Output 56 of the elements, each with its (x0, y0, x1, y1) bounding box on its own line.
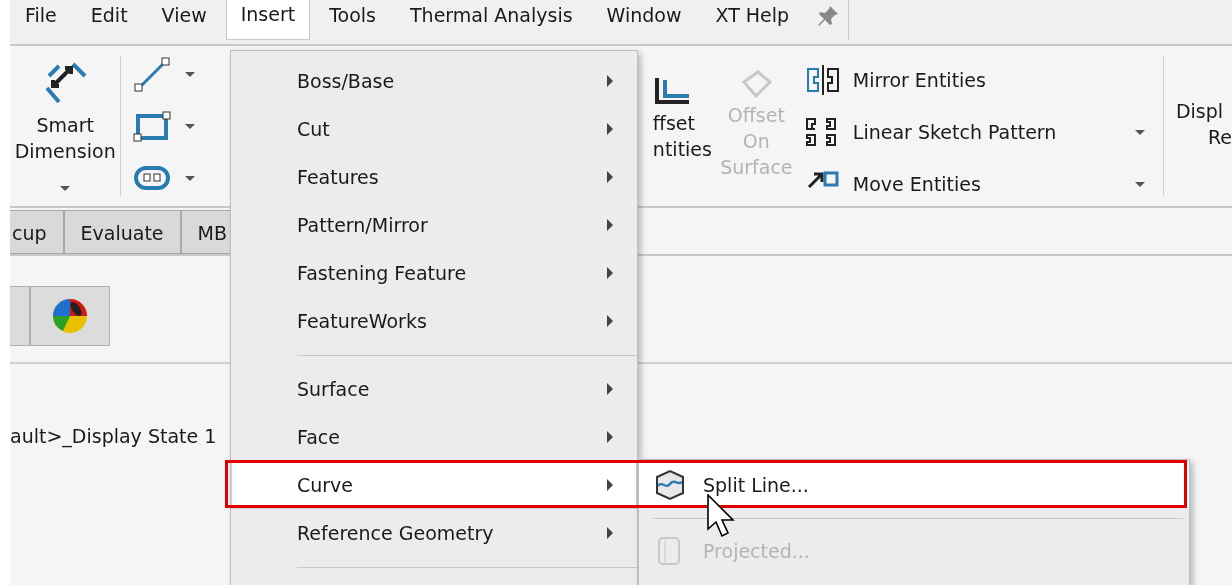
menu-item[interactable]: Cut (231, 105, 637, 153)
button-label: ffset (652, 111, 695, 136)
menu-item[interactable]: Window (591, 0, 697, 40)
ribbon-button[interactable]: Move Entities (852, 169, 1123, 199)
sphere-icon (51, 297, 89, 335)
rectangle-icon[interactable] (133, 108, 172, 144)
button-label: ntities (652, 137, 712, 162)
button-label: Offset (727, 103, 785, 128)
menu-item[interactable]: Surface (231, 365, 637, 413)
caret-icon[interactable] (1134, 181, 1145, 187)
submenu-arrow-icon (607, 171, 613, 183)
button-label: On (742, 129, 770, 154)
button-label: Displ (1175, 99, 1224, 124)
button-label: Dimension (14, 139, 116, 164)
submenu-arrow-icon (607, 315, 613, 327)
pin-icon[interactable] (816, 4, 841, 28)
submenu-item[interactable]: Split Line... (703, 470, 809, 500)
appearance-button[interactable] (30, 286, 110, 346)
submenu-item: Projected... (703, 538, 810, 564)
mirror-icon[interactable] (804, 65, 841, 95)
line-icon[interactable] (133, 56, 172, 92)
menu-item[interactable]: Features (231, 153, 637, 201)
button-label: Surface (720, 155, 793, 180)
submenu-arrow-icon (607, 431, 613, 443)
menu-item[interactable]: File (10, 0, 72, 40)
menu-item[interactable]: Boss/Base (231, 57, 637, 105)
menu-item[interactable]: Tools (314, 0, 391, 40)
ribbon-button[interactable]: Linear Sketch Pattern (852, 117, 1123, 147)
menu-item[interactable]: Edit (75, 0, 143, 40)
button-label: Smart (36, 113, 94, 138)
tab[interactable]: Evaluate (63, 210, 181, 254)
caret-icon[interactable] (185, 175, 196, 181)
menu-item[interactable]: View (146, 0, 222, 40)
menu-item[interactable]: Reference Geometry (231, 509, 637, 557)
caret-icon[interactable] (60, 186, 71, 191)
caret-icon[interactable] (1134, 129, 1145, 135)
tab[interactable]: cup (10, 210, 64, 254)
caret-icon[interactable] (185, 123, 196, 129)
menu-item[interactable]: FeatureWorks (231, 297, 637, 345)
submenu-arrow-icon (607, 267, 613, 279)
ribbon-button[interactable]: Mirror Entities (852, 65, 1145, 95)
cube-icon[interactable] (653, 468, 687, 502)
submenu-arrow-icon (607, 75, 613, 87)
smart-dimension-icon[interactable] (43, 60, 88, 104)
menu-item[interactable]: Face (231, 413, 637, 461)
submenu-arrow-icon (607, 479, 613, 491)
submenu-arrow-icon (607, 123, 613, 135)
submenu-arrow-icon (607, 219, 613, 231)
menu-item[interactable]: Insert (225, 0, 311, 40)
menu-item[interactable]: XT Help (700, 0, 805, 40)
caret-icon[interactable] (185, 71, 196, 77)
submenu-arrow-icon (607, 383, 613, 395)
submenu-arrow-icon (607, 527, 613, 539)
button-label: Re (1207, 125, 1232, 150)
menu-item[interactable]: Thermal Analysis (395, 0, 588, 40)
breadcrumb-text: ault>_Display State 1 (10, 424, 217, 450)
